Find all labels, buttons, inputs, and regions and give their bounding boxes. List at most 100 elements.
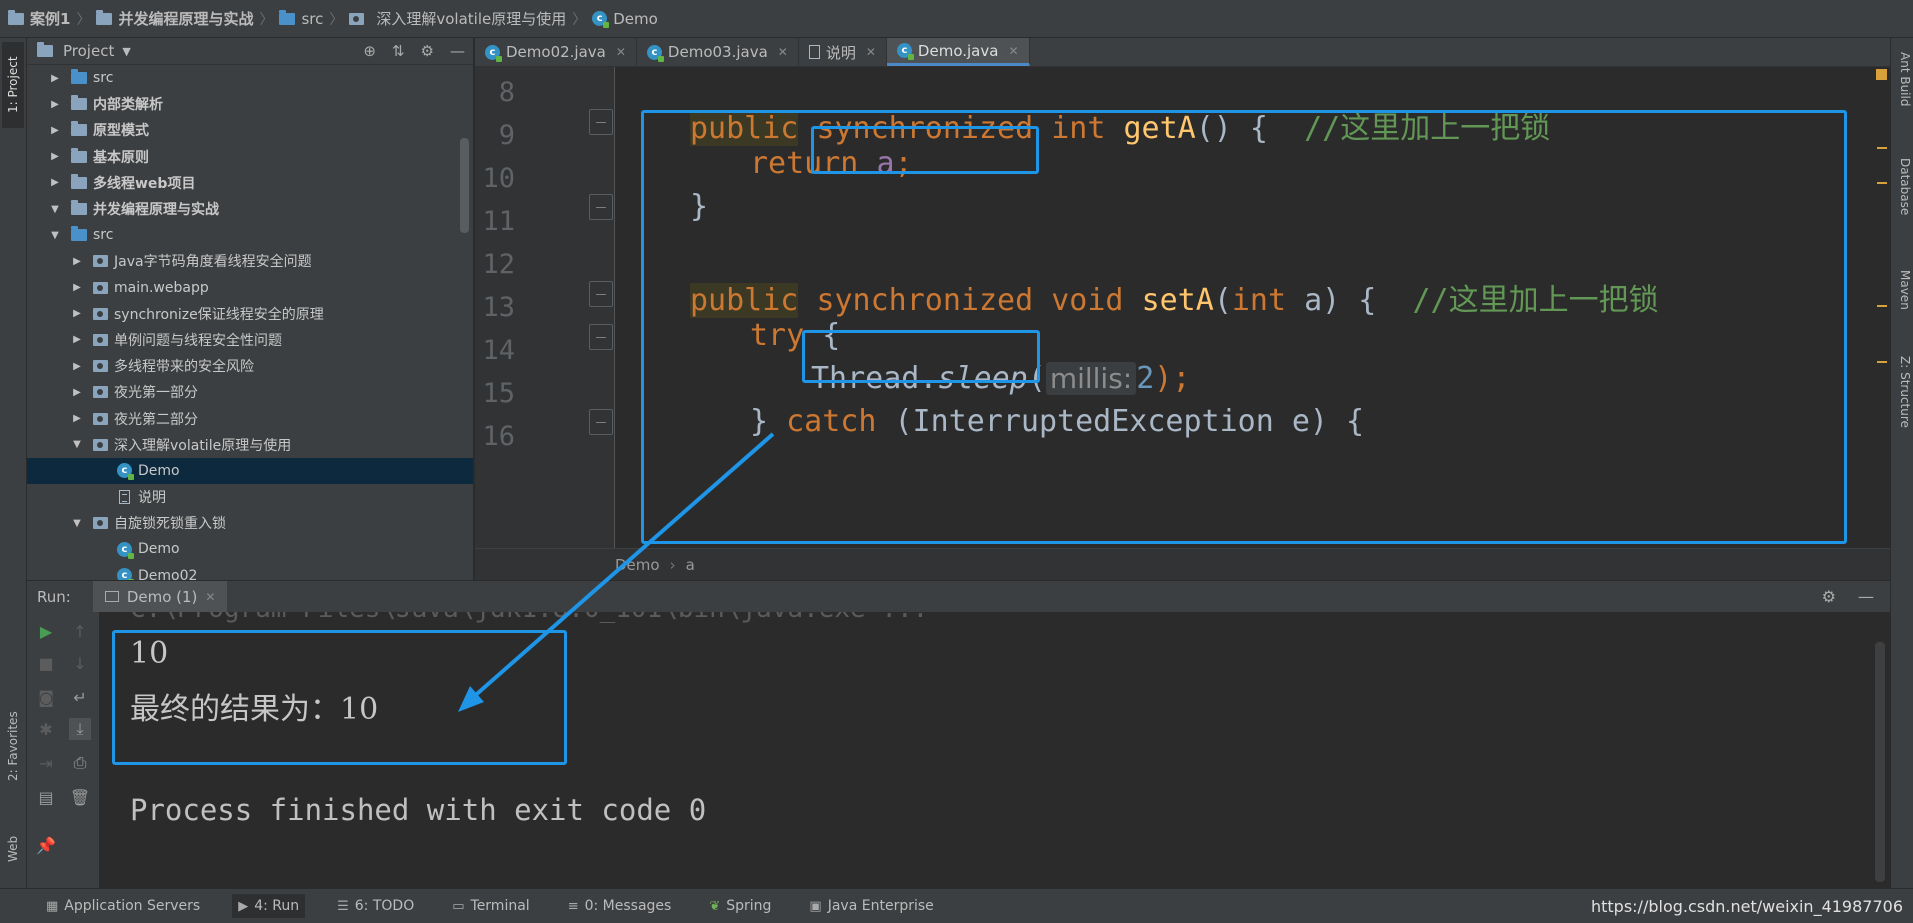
trash-icon[interactable]: 🗑 <box>69 786 91 808</box>
tree-item[interactable]: ▶ main.webapp <box>27 275 473 301</box>
spring-button[interactable]: ❦ Spring <box>703 894 777 918</box>
tree-item[interactable]: ▼ 并发编程原理与实战 <box>27 196 473 222</box>
collapse-arrow-icon[interactable]: ▶ <box>71 282 83 293</box>
tree-scrollbar[interactable] <box>460 138 469 233</box>
editor-crumb-class[interactable]: Demo <box>615 556 660 574</box>
error-stripe[interactable] <box>1873 67 1890 548</box>
tree-item[interactable]: ▶ 基本原则 <box>27 144 473 170</box>
tree-item[interactable]: ▶ 多线程web项目 <box>27 170 473 196</box>
print-icon[interactable]: ⎙ <box>69 752 91 774</box>
tree-item[interactable]: ▼ 深入理解volatile原理与使用 <box>27 432 473 458</box>
tree-item[interactable]: 说明 <box>27 484 473 510</box>
fold-marker-icon[interactable] <box>589 109 613 135</box>
rerun-icon[interactable]: ▶ <box>35 620 57 642</box>
close-icon[interactable]: ✕ <box>205 590 215 604</box>
expand-arrow-icon[interactable]: ▼ <box>49 204 61 215</box>
breadcrumb-module[interactable]: 并发编程原理与实战 <box>96 8 253 29</box>
tree-item[interactable]: ▼ 自旋锁死锁重入锁 <box>27 510 473 536</box>
tree-item[interactable]: c Demo02 <box>27 563 473 580</box>
fold-marker-icon[interactable] <box>589 194 613 220</box>
collapse-arrow-icon[interactable]: ▶ <box>71 334 83 345</box>
down-arrow-icon[interactable]: ↓ <box>69 652 91 674</box>
tree-item[interactable]: c Demo <box>27 536 473 562</box>
run-tab[interactable]: Demo (1) ✕ <box>92 580 228 613</box>
collapse-arrow-icon[interactable]: ▶ <box>71 387 83 398</box>
tree-item[interactable]: ▶ Java字节码角度看线程安全问题 <box>27 248 473 274</box>
breadcrumb-src[interactable]: src <box>279 9 323 28</box>
console-scrollbar[interactable] <box>1875 642 1885 882</box>
tree-item[interactable]: ▶ 夜光第一部分 <box>27 379 473 405</box>
stripe-mark[interactable] <box>1877 305 1887 307</box>
editor-crumb-member[interactable]: a <box>686 556 695 574</box>
close-icon[interactable]: ✕ <box>866 45 876 59</box>
collapse-arrow-icon[interactable]: ▶ <box>71 308 83 319</box>
collapse-arrow-icon[interactable]: ▶ <box>71 256 83 267</box>
application-servers-button[interactable]: ▦ Application Servers <box>40 894 206 918</box>
expand-arrow-icon[interactable]: ▼ <box>71 439 83 450</box>
fold-marker-icon[interactable] <box>589 409 613 435</box>
database-tab[interactable]: Database <box>1894 158 1912 215</box>
breadcrumb-package[interactable]: 深入理解volatile原理与使用 <box>349 8 566 29</box>
camera-icon[interactable]: ◙ <box>35 686 57 708</box>
tree-item[interactable]: ▼ src <box>27 222 473 248</box>
collapse-arrow-icon[interactable]: ▶ <box>49 99 61 110</box>
tree-item[interactable]: ▶ 夜光第二部分 <box>27 405 473 431</box>
tree-item[interactable]: ▶ 多线程带来的安全风险 <box>27 353 473 379</box>
expand-arrow-icon[interactable]: ▼ <box>71 518 83 529</box>
fold-marker-icon[interactable] <box>589 281 613 307</box>
stripe-mark[interactable] <box>1877 147 1887 149</box>
warning-icon[interactable] <box>1876 69 1887 80</box>
tab-demo02[interactable]: c Demo02.java ✕ <box>475 38 637 66</box>
tab-demo[interactable]: c Demo.java ✕ <box>886 38 1030 66</box>
stripe-mark[interactable] <box>1877 361 1887 363</box>
hide-icon[interactable]: — <box>1858 587 1874 606</box>
structure-tab[interactable]: Z: Structure <box>1894 356 1912 428</box>
favorites-tool-tab[interactable]: 2: Favorites <box>2 696 24 796</box>
tree-item[interactable]: ▶ 原型模式 <box>27 117 473 143</box>
stop-icon[interactable]: ■ <box>35 652 57 674</box>
expand-arrow-icon[interactable]: ▼ <box>49 230 61 241</box>
layout-icon[interactable]: ▤ <box>35 786 57 808</box>
pin-icon[interactable]: 📌 <box>35 834 57 856</box>
hide-icon[interactable]: — <box>450 42 465 60</box>
tree-item[interactable]: ▶ src <box>27 65 473 91</box>
tab-readme[interactable]: 说明 ✕ <box>799 38 887 66</box>
stripe-mark[interactable] <box>1877 182 1887 184</box>
close-icon[interactable]: ✕ <box>778 45 788 59</box>
collapse-arrow-icon[interactable]: ▶ <box>71 361 83 372</box>
gear-icon[interactable]: ⚙ <box>421 42 434 60</box>
gear-icon[interactable]: ⚙ <box>1822 587 1836 606</box>
tab-demo03[interactable]: c Demo03.java ✕ <box>637 38 799 66</box>
run-button[interactable]: ▶ 4: Run <box>232 894 306 918</box>
up-arrow-icon[interactable]: ↑ <box>69 620 91 642</box>
close-icon[interactable]: ✕ <box>1008 44 1018 58</box>
tree-item[interactable]: c Demo <box>27 457 473 484</box>
tree-item[interactable]: ▶ synchronize保证线程安全的原理 <box>27 301 473 327</box>
collapse-arrow-icon[interactable]: ▶ <box>49 151 61 162</box>
tree-item[interactable]: ▶ 内部类解析 <box>27 91 473 117</box>
locate-icon[interactable]: ⊕ <box>363 42 376 60</box>
todo-button[interactable]: ☰ 6: TODO <box>331 894 420 918</box>
dropdown-arrow-icon[interactable]: ▼ <box>122 45 130 58</box>
collapse-arrow-icon[interactable]: ▶ <box>71 413 83 424</box>
java-enterprise-button[interactable]: ▣ Java Enterprise <box>803 894 939 918</box>
fold-marker-icon[interactable] <box>589 324 613 350</box>
terminal-button[interactable]: ▭ Terminal <box>446 894 535 918</box>
collapse-arrow-icon[interactable]: ▶ <box>49 177 61 188</box>
project-panel-title[interactable]: Project <box>63 42 114 60</box>
maven-tab[interactable]: Maven <box>1894 270 1912 310</box>
web-tool-tab[interactable]: Web <box>2 824 24 874</box>
ant-build-tab[interactable]: Ant Build <box>1894 52 1912 106</box>
login-icon[interactable]: ⇥ <box>35 752 57 774</box>
collapse-arrow-icon[interactable]: ▶ <box>49 73 61 84</box>
tree-item[interactable]: ▶ 单例问题与线程安全性问题 <box>27 327 473 353</box>
scroll-to-end-icon[interactable]: ⤓ <box>69 718 91 740</box>
soft-wrap-icon[interactable]: ↵ <box>69 686 91 708</box>
close-icon[interactable]: ✕ <box>616 45 626 59</box>
collapse-arrow-icon[interactable]: ▶ <box>49 125 61 136</box>
project-tool-tab[interactable]: 1: Project <box>2 42 24 128</box>
collapse-all-icon[interactable]: ⇅ <box>392 42 405 60</box>
messages-button[interactable]: ≡ 0: Messages <box>562 894 678 918</box>
breadcrumb-project[interactable]: 案例1 <box>8 8 70 29</box>
breadcrumb-class[interactable]: c Demo <box>592 10 658 28</box>
